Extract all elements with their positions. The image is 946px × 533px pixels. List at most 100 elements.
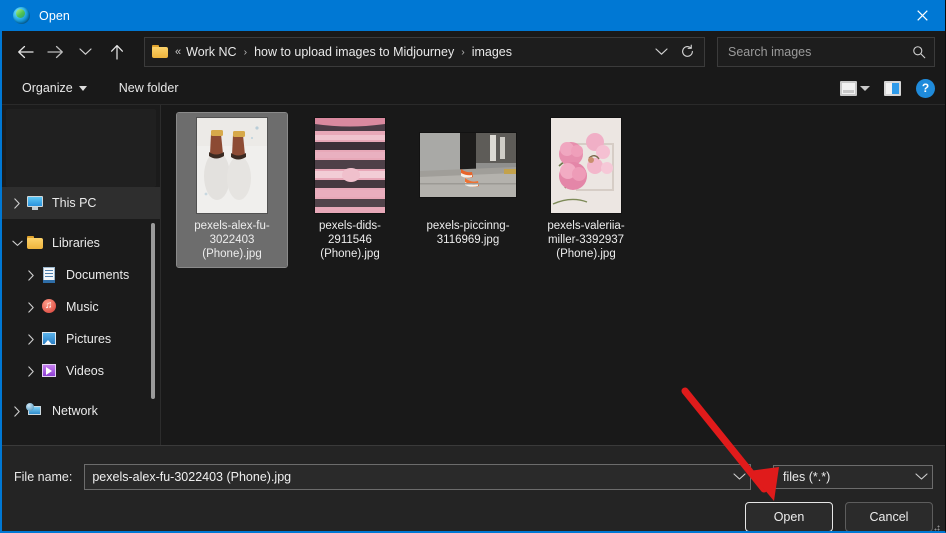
breadcrumb-item-0[interactable]: Work NC — [186, 45, 236, 59]
file-item[interactable]: pexels-piccinng-3116969.jpg — [413, 113, 523, 267]
help-button[interactable]: ? — [916, 78, 935, 98]
command-bar: Organize New folder ? — [2, 72, 945, 105]
preview-pane-button[interactable] — [878, 75, 906, 101]
up-arrow-icon — [110, 44, 124, 60]
view-mode-icon — [839, 80, 857, 96]
sidebar-item-label: Libraries — [52, 236, 100, 250]
new-folder-button[interactable]: New folder — [113, 78, 185, 98]
chevron-down-icon — [11, 240, 23, 246]
sidebar-item-label: This PC — [52, 196, 97, 210]
file-name-label: pexels-valeriia-miller-3392937 (Phone).j… — [547, 220, 625, 260]
chevron-right-icon — [28, 269, 34, 281]
caret-down-icon — [78, 85, 87, 91]
dialog-footer: File name: files (*.*) Open — [2, 445, 945, 531]
refresh-button[interactable] — [674, 39, 700, 65]
preview-pane-icon — [883, 80, 901, 96]
expander-chevron-icon[interactable] — [22, 301, 40, 313]
file-type-dropdown-button[interactable] — [915, 470, 928, 484]
search-box[interactable] — [717, 36, 935, 67]
network-icon — [26, 403, 44, 419]
chevron-right-icon — [14, 197, 20, 209]
chevron-down-icon — [733, 473, 746, 480]
search-input[interactable] — [728, 44, 912, 59]
chevron-down-icon — [78, 48, 92, 55]
expander-chevron-icon[interactable] — [8, 197, 26, 209]
organize-button[interactable]: Organize — [16, 78, 93, 98]
expander-chevron-icon[interactable] — [22, 365, 40, 377]
sidebar-item-videos[interactable]: Videos — [2, 355, 160, 387]
navigation-pane: This PC Libraries Documents ♫ Music Pict… — [2, 105, 161, 445]
breadcrumb-separator[interactable]: › — [461, 46, 465, 58]
folder-icon — [152, 45, 168, 58]
sidebar-item-label: Pictures — [66, 332, 112, 346]
address-bar[interactable]: « Work NC › how to upload images to Midj… — [144, 36, 705, 67]
resize-grip-icon[interactable] — [931, 525, 940, 531]
chevron-down-icon — [654, 48, 668, 55]
sidebar-item-label: Music — [66, 300, 99, 314]
chevron-right-icon — [28, 301, 34, 313]
folder-icon — [26, 235, 44, 251]
breadcrumb-item-1[interactable]: how to upload images to Midjourney — [254, 45, 454, 59]
videos-icon — [40, 363, 58, 379]
file-name-label: pexels-dids-2911546 (Phone).jpg — [319, 220, 381, 260]
cancel-button[interactable]: Cancel — [845, 502, 933, 531]
open-file-dialog: Open « Work NC › how to upload images to… — [0, 0, 946, 533]
up-button[interactable] — [102, 37, 132, 67]
navigation-bar: « Work NC › how to upload images to Midj… — [2, 31, 945, 72]
file-name-dropdown-button[interactable] — [733, 470, 746, 484]
search-icon[interactable] — [912, 45, 926, 59]
thumbnail-wrapper — [302, 117, 398, 213]
file-item[interactable]: pexels-valeriia-miller-3392937 (Phone).j… — [531, 113, 641, 267]
sidebar-item-music[interactable]: ♫ Music — [2, 291, 160, 323]
sidebar-item-network[interactable]: Network — [2, 395, 160, 427]
view-mode-button[interactable] — [834, 75, 862, 101]
sidebar-item-this-pc[interactable]: This PC — [2, 187, 160, 219]
address-dropdown-button[interactable] — [648, 39, 674, 65]
file-type-combobox[interactable]: files (*.*) — [773, 465, 933, 489]
thumbnail-wrapper — [420, 117, 516, 213]
file-name-combobox[interactable] — [84, 464, 751, 490]
view-mode-caret-icon[interactable] — [860, 85, 870, 91]
organize-label: Organize — [22, 81, 73, 95]
sidebar-item-pictures[interactable]: Pictures — [2, 323, 160, 355]
window-title: Open — [39, 8, 70, 23]
computer-icon — [26, 195, 44, 211]
view-controls: ? — [834, 75, 935, 101]
thumbnail-wrapper — [538, 117, 634, 213]
expander-chevron-icon[interactable] — [22, 269, 40, 281]
boots-on-snow-photo — [197, 117, 267, 213]
pictures-icon — [40, 331, 58, 347]
title-bar: Open — [2, 0, 945, 31]
recent-locations-button[interactable] — [70, 37, 100, 67]
file-name-input[interactable] — [92, 470, 733, 484]
thumbnail-wrapper — [184, 117, 280, 213]
open-button[interactable]: Open — [745, 502, 833, 531]
forward-button[interactable] — [40, 37, 70, 67]
sidebar-item-libraries[interactable]: Libraries — [2, 227, 160, 259]
file-type-value: files (*.*) — [783, 470, 831, 484]
file-name-label: pexels-alex-fu-3022403 (Phone).jpg — [194, 220, 270, 260]
sidebar-item-documents[interactable]: Documents — [2, 259, 160, 291]
close-button[interactable] — [899, 0, 945, 31]
chevron-right-icon — [28, 333, 34, 345]
forward-arrow-icon — [46, 45, 63, 58]
sidebar-item-label: Documents — [66, 268, 130, 282]
file-item[interactable]: pexels-alex-fu-3022403 (Phone).jpg — [176, 112, 288, 268]
file-item[interactable]: pexels-dids-2911546 (Phone).jpg — [295, 113, 405, 267]
breadcrumb-overflow[interactable]: « — [175, 46, 181, 58]
chevron-down-icon — [915, 473, 928, 480]
expander-chevron-icon[interactable] — [8, 405, 26, 417]
expander-chevron-icon[interactable] — [22, 333, 40, 345]
file-name-label: pexels-piccinng-3116969.jpg — [426, 220, 510, 246]
orange-sneakers-street-photo — [420, 133, 516, 197]
breadcrumb-separator[interactable]: › — [244, 46, 248, 58]
sidebar-item-label: Network — [52, 404, 98, 418]
sidebar-scrollbar[interactable] — [151, 223, 155, 399]
dialog-body: This PC Libraries Documents ♫ Music Pict… — [2, 105, 945, 445]
file-list[interactable]: pexels-alex-fu-3022403 (Phone).jpg pexel… — [161, 105, 945, 445]
music-icon: ♫ — [40, 299, 58, 315]
breadcrumb-item-2[interactable]: images — [472, 45, 512, 59]
expander-chevron-icon[interactable] — [8, 239, 26, 247]
back-button[interactable] — [10, 37, 40, 67]
pink-abstract-stripes-photo — [315, 117, 385, 213]
